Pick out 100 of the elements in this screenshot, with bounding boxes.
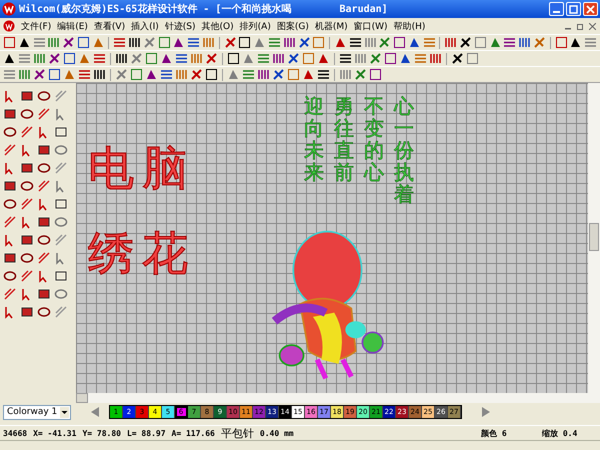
embroidered-text: 电脑 [88,145,196,191]
menu-item[interactable]: 图案(G) [276,20,309,32]
menu-item[interactable]: 排列(A) [240,20,271,32]
tool-icon[interactable] [3,107,17,121]
close-icon [586,4,595,14]
tool-icon[interactable] [3,52,16,65]
tool-icon[interactable] [48,68,61,81]
tool-icon[interactable] [20,251,34,265]
tool-icon[interactable] [272,52,285,65]
app-logo-icon [2,2,16,16]
tool-icon[interactable] [393,36,406,49]
tool-icon[interactable] [20,89,34,103]
restore-button[interactable] [575,21,585,31]
menu-item[interactable]: 插入(I) [131,20,159,32]
tool-icon[interactable] [37,215,51,229]
tool-icon[interactable] [238,36,252,49]
tool-icon[interactable] [369,68,382,81]
tool-icon[interactable] [298,36,310,49]
tool-icon[interactable] [317,68,330,81]
status-field: A= 117.66 [172,428,215,438]
status-field: 0.40 mm [260,428,294,438]
tool-icon[interactable] [20,107,34,121]
tool-icon[interactable] [33,68,46,81]
tool-icon[interactable] [282,36,296,49]
tool-icon[interactable] [172,36,186,49]
tool-icon[interactable] [287,52,300,65]
tool-icon[interactable] [160,68,173,81]
document-icon [3,20,15,32]
status-field: 颜色 6 [481,428,536,438]
scroll-right-icon[interactable] [480,406,492,418]
embroidered-text: 绣花 [88,230,196,276]
tool-icon[interactable] [37,233,51,247]
menu-item[interactable]: 编辑(E) [57,20,88,32]
minimize-icon [553,10,560,12]
tool-icon[interactable] [3,197,17,211]
tool-icon[interactable] [339,52,352,65]
minimize-button[interactable] [549,2,564,16]
tool-icon[interactable] [20,161,34,175]
tool-icon[interactable] [175,52,188,65]
tool-icon[interactable] [54,269,68,283]
tool-icon[interactable] [18,36,31,49]
tool-icon[interactable] [37,305,51,319]
tool-icon[interactable] [160,52,173,65]
colorway-dropdown[interactable]: Colorway 1 [3,404,71,420]
horizontal-scrollbar[interactable] [76,393,600,403]
tool-icon[interactable] [399,52,412,65]
status-field: 34668 [3,428,28,438]
tool-icon[interactable] [37,287,51,301]
tool-icon[interactable] [37,161,51,175]
menu-item[interactable]: 其他(O) [202,20,234,32]
tool-icon[interactable] [20,233,34,247]
tool-icon[interactable] [93,68,106,81]
tool-icon[interactable] [257,68,270,81]
embroidered-poem-column: 勇往直前 [334,95,354,183]
embroidered-poem-column: 不变的心 [364,95,384,183]
tool-icon[interactable] [187,36,200,49]
menu-item[interactable]: 窗口(W) [354,20,388,32]
tool-icon[interactable] [3,269,17,283]
tool-icon[interactable] [503,36,516,49]
tool-icon[interactable] [451,52,464,65]
menu-item[interactable]: 查看(V) [94,20,126,32]
tool-icon[interactable] [569,36,582,49]
tool-icon[interactable] [128,36,141,49]
menu-item[interactable]: 机器(M) [314,20,348,32]
tool-icon[interactable] [408,36,421,49]
tool-icon[interactable] [272,68,285,81]
tool-icon[interactable] [48,52,61,65]
tool-icon[interactable] [76,36,90,49]
tool-icon[interactable] [20,179,34,193]
maximize-icon [569,4,578,14]
tool-icon[interactable] [205,68,218,81]
status-field: L= 88.97 [126,428,166,438]
tool-icon[interactable] [54,125,68,139]
tool-icon[interactable] [3,179,17,193]
tool-icon[interactable] [227,52,240,65]
tool-icon[interactable] [62,36,75,49]
tool-icon[interactable] [20,305,34,319]
maximize-button[interactable] [566,2,581,16]
scroll-left-icon[interactable] [89,406,101,418]
tool-icon[interactable] [54,197,68,211]
tool-icon[interactable] [384,52,397,65]
tool-icon[interactable] [518,36,531,49]
close-button[interactable] [587,21,597,31]
menu-item[interactable]: 文件(F) [21,20,52,32]
tool-icon[interactable] [459,36,472,49]
menu-item[interactable]: 针迹(S) [164,20,196,32]
tool-icon[interactable] [145,68,158,81]
vertical-scrollbar[interactable] [588,83,600,393]
tool-icon[interactable] [3,125,17,139]
tool-icon[interactable] [37,89,51,103]
tool-icon[interactable] [348,36,362,49]
tool-icon[interactable] [37,143,51,157]
menu-item[interactable]: 帮助(H) [394,20,426,32]
status-field: X= -41.31 [33,428,76,438]
embroidered-poem-column: 迎向未来 [304,95,324,183]
window-title: Wilcom(威尔克姆)ES-65花样设计软件 - [一个和尚挑水喝 Barudan] [19,2,389,16]
status-field: Y= 78.80 [82,428,121,438]
tool-icon[interactable] [63,52,76,65]
tool-icon[interactable] [115,52,128,65]
tool-icon[interactable] [3,251,17,265]
